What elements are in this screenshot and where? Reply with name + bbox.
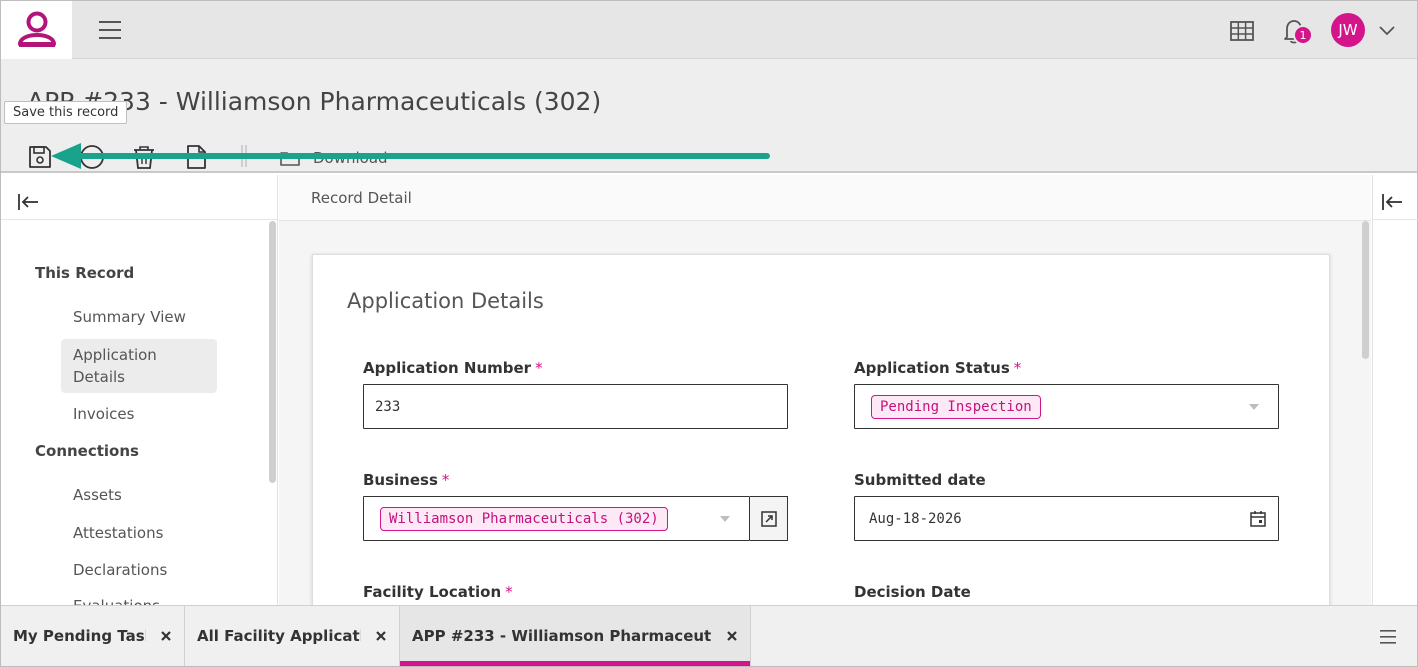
document-icon [187,145,206,169]
save-tooltip: Save this record [4,101,128,124]
required-marker: * [441,471,450,489]
right-panel-divider [1373,219,1418,220]
copy-button[interactable] [183,143,209,171]
tab-label: All Facility Application [197,627,361,645]
circle-icon [80,145,104,169]
collapse-left-icon [1382,194,1402,210]
record-detail-title: Record Detail [311,189,412,207]
facility-location-label: Facility Location * [363,583,513,601]
record-detail-area: Record Detail Application Details Applic… [279,175,1371,605]
hamburger-icon [99,21,121,39]
nav-item-attestations[interactable]: Attestations [73,524,163,542]
close-icon[interactable] [726,630,738,642]
business-select[interactable]: Williamson Pharmaceuticals (302) [363,496,750,541]
application-status-chip: Pending Inspection [871,394,1041,419]
download-label: Download [313,149,388,167]
close-icon[interactable] [375,630,387,642]
collapse-left-icon [18,194,38,210]
application-status-label: Application Status * [854,359,1021,377]
submitted-date-label: Submitted date [854,471,986,489]
tab-label: My Pending Tasks [13,627,146,645]
open-tabs-bar: My Pending Tasks All Facility Applicatio… [1,605,1417,666]
tabs-menu-button[interactable] [1378,628,1398,646]
main-menu-button[interactable] [97,18,123,42]
tab-app-233[interactable]: APP #233 - Williamson Pharmaceutica... [400,606,751,666]
application-status-select[interactable]: Pending Inspection [854,384,1279,429]
nav-item-assets[interactable]: Assets [73,486,122,504]
nav-item-evaluations[interactable]: Evaluations [73,597,160,605]
delete-button[interactable] [131,143,157,171]
chevron-down-icon [1379,26,1395,36]
nav-section-this-record: This Record [35,264,135,282]
top-bar: 1 JW [1,1,1417,59]
left-panel-scrollbar[interactable] [269,221,276,483]
record-detail-header: Record Detail [279,175,1371,221]
required-marker: * [1013,359,1022,377]
collapse-left-panel-button[interactable] [15,191,41,213]
application-number-input[interactable]: 233 [363,384,788,429]
app-logo[interactable] [1,1,72,59]
submitted-date-value: Aug-18-2026 [869,510,962,527]
save-button[interactable] [27,143,53,171]
tab-my-pending-tasks[interactable]: My Pending Tasks [1,606,185,666]
application-number-label-text: Application Number [363,359,532,377]
nav-item-summary-view[interactable]: Summary View [73,308,186,326]
user-menu-toggle[interactable] [1377,21,1397,39]
user-logo-icon [17,11,56,47]
facility-location-label-text: Facility Location [363,583,502,601]
required-marker: * [505,583,513,601]
nav-item-invoices[interactable]: Invoices [73,405,134,423]
application-number-label: Application Number * [363,359,543,377]
business-chip: Williamson Pharmaceuticals (302) [380,506,668,531]
download-button[interactable]: Download [279,145,388,171]
application-number-value: 233 [375,398,401,415]
toolbar-separator [241,145,247,167]
nav-item-declarations[interactable]: Declarations [73,561,167,579]
decision-date-label: Decision Date [854,583,971,601]
save-icon [29,146,51,168]
caret-down-icon [720,516,730,522]
folder-icon [280,152,300,166]
grid-icon [1230,21,1254,41]
external-link-icon [760,510,777,527]
business-label-text: Business [363,471,438,489]
application-status-label-text: Application Status [854,359,1010,377]
caret-down-icon [1249,404,1259,410]
user-avatar[interactable]: JW [1331,13,1365,47]
calendar-icon[interactable] [1249,510,1267,528]
main-scrollbar[interactable] [1362,221,1369,359]
collapse-right-panel-button[interactable] [1379,191,1405,213]
business-label: Business * [363,471,449,489]
hamburger-icon [1380,630,1396,644]
apps-grid-button[interactable] [1229,19,1255,43]
trash-icon [134,146,154,169]
open-business-button[interactable] [750,496,788,541]
card-title: Application Details [347,289,544,313]
application-details-card: Application Details Application Number * … [312,254,1330,605]
active-tab-indicator [400,661,750,666]
left-panel-divider [1,219,277,220]
tab-all-facility-application[interactable]: All Facility Application [185,606,400,666]
nav-item-application-details[interactable]: Application Details [61,339,217,393]
record-header: APP #233 - Williamson Pharmaceuticals (3… [1,59,1417,173]
nav-section-connections: Connections [35,442,139,460]
right-side-panel [1372,175,1418,605]
record-navigation-panel: This Record Summary View Application Det… [1,175,278,605]
tab-label: APP #233 - Williamson Pharmaceutica... [412,627,712,645]
cancel-button[interactable] [79,143,105,171]
notification-count-badge: 1 [1293,25,1313,45]
required-marker: * [535,359,543,377]
close-icon[interactable] [160,630,172,642]
submitted-date-input[interactable]: Aug-18-2026 [854,496,1279,541]
